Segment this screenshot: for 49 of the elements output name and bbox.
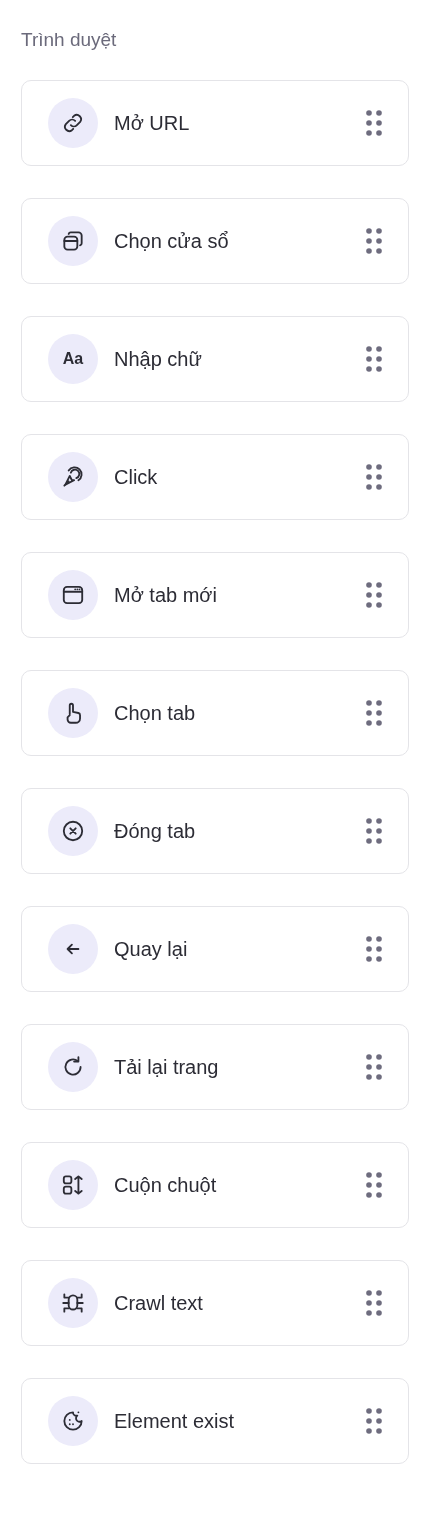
link-icon (48, 98, 98, 148)
action-card[interactable]: Mở URL (21, 80, 409, 166)
action-label: Cuộn chuột (114, 1173, 218, 1197)
action-card[interactable]: Tải lại trang (21, 1024, 409, 1110)
action-label: Mở URL (114, 111, 191, 135)
action-card[interactable]: Element exist (21, 1378, 409, 1464)
action-label: Crawl text (114, 1291, 204, 1315)
action-card[interactable]: Mở tab mới (21, 552, 409, 638)
action-label: Quay lại (114, 937, 189, 961)
scroll-icon (48, 1160, 98, 1210)
action-card[interactable]: Đóng tab (21, 788, 409, 874)
action-label: Click (114, 465, 159, 489)
drag-handle-icon[interactable] (366, 1408, 382, 1434)
drag-handle-icon[interactable] (366, 1290, 382, 1316)
bug-icon (48, 1278, 98, 1328)
close-icon (48, 806, 98, 856)
drag-handle-icon[interactable] (366, 700, 382, 726)
drag-handle-icon[interactable] (366, 1172, 382, 1198)
action-card[interactable]: Chọn tab (21, 670, 409, 756)
drag-handle-icon[interactable] (366, 346, 382, 372)
action-card[interactable]: Cuộn chuột (21, 1142, 409, 1228)
drag-handle-icon[interactable] (366, 818, 382, 844)
action-label: Chọn cửa sổ (114, 229, 230, 253)
refresh-icon (48, 1042, 98, 1092)
drag-handle-icon[interactable] (366, 582, 382, 608)
action-card[interactable]: Aa Nhập chữ (21, 316, 409, 402)
action-card[interactable]: Crawl text (21, 1260, 409, 1346)
action-card[interactable]: Chọn cửa sổ (21, 198, 409, 284)
cookie-icon (48, 1396, 98, 1446)
action-label: Tải lại trang (114, 1055, 220, 1079)
action-card[interactable]: Click (21, 434, 409, 520)
windows-icon (48, 216, 98, 266)
text-icon: Aa (48, 334, 98, 384)
action-label: Mở tab mới (114, 583, 218, 607)
cursor-click-icon (48, 452, 98, 502)
action-label: Đóng tab (114, 819, 197, 843)
browser-window-icon (48, 570, 98, 620)
drag-handle-icon[interactable] (366, 228, 382, 254)
drag-handle-icon[interactable] (366, 1054, 382, 1080)
drag-handle-icon[interactable] (366, 464, 382, 490)
drag-handle-icon[interactable] (366, 110, 382, 136)
action-label: Chọn tab (114, 701, 197, 725)
arrow-left-icon (48, 924, 98, 974)
action-card[interactable]: Quay lại (21, 906, 409, 992)
pointing-hand-icon (48, 688, 98, 738)
action-label: Nhập chữ (114, 347, 203, 371)
section-title: Trình duyệt (21, 28, 118, 52)
drag-handle-icon[interactable] (366, 936, 382, 962)
action-label: Element exist (114, 1409, 236, 1433)
